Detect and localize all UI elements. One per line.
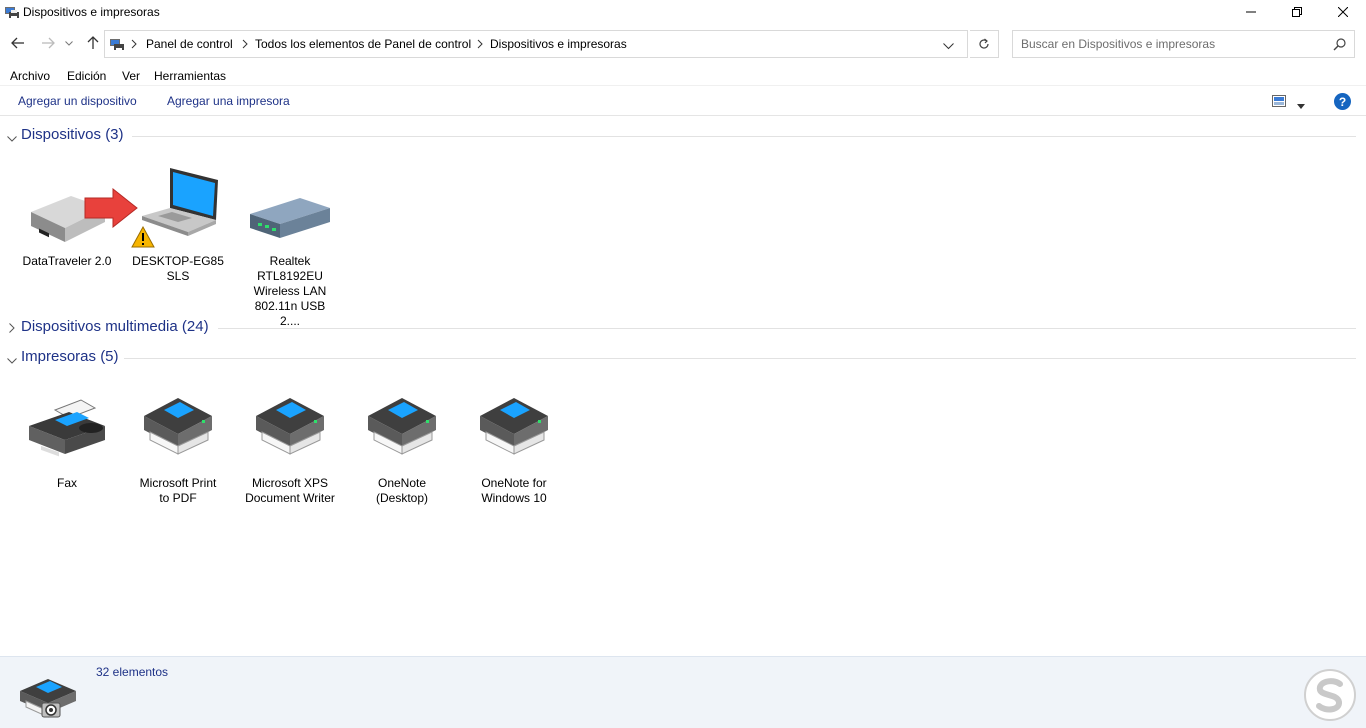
network-adapter-icon: [250, 198, 330, 238]
group-divider: [132, 136, 1356, 137]
menu-archivo[interactable]: Archivo: [10, 69, 50, 83]
up-arrow-icon: [87, 36, 99, 49]
view-icon: [1272, 95, 1286, 107]
menu-ver[interactable]: Ver: [122, 69, 140, 83]
address-dropdown-icon[interactable]: [943, 39, 954, 53]
forward-arrow-icon: [42, 37, 55, 49]
command-bar: Agregar un dispositivo Agregar una impre…: [0, 87, 1366, 116]
printer-fax[interactable]: Fax: [17, 382, 117, 502]
search-box[interactable]: [1012, 30, 1355, 58]
menu-bar: Archivo Edición Ver Herramientas: [0, 66, 1366, 86]
device-desktop[interactable]: DESKTOP-EG85SLS: [128, 160, 228, 300]
view-options-dropdown[interactable]: [1297, 98, 1305, 112]
device-label: DESKTOP-EG85SLS: [132, 254, 224, 283]
refresh-icon: [979, 38, 989, 49]
chevron-right-icon: [131, 38, 141, 50]
group-title-multimedia: Dispositivos multimedia (24): [21, 318, 209, 335]
printer-camera-icon: [20, 679, 76, 718]
chevron-right-icon[interactable]: [9, 322, 15, 336]
search-icon[interactable]: [1333, 38, 1346, 54]
add-printer-button[interactable]: Agregar una impresora: [167, 94, 290, 108]
chevron-down-icon: [65, 40, 73, 46]
group-header-multimedia[interactable]: Dispositivos multimedia (24): [0, 318, 1366, 338]
device-realtek-adapter[interactable]: Realtek RTL8192EU Wireless LAN 802.11n U…: [240, 160, 340, 328]
printer-label: OneNote (Desktop): [375, 476, 428, 505]
device-label: DataTraveler 2.0: [22, 254, 112, 268]
device-datatraveler[interactable]: DataTraveler 2.0: [17, 160, 138, 300]
back-arrow-icon: [11, 37, 24, 49]
add-device-button[interactable]: Agregar un dispositivo: [18, 94, 137, 108]
breadcrumb-panel-de-control[interactable]: Panel de control: [146, 37, 233, 51]
printer-label: Microsoft XPS Document Writer: [245, 476, 335, 505]
restore-button[interactable]: [1274, 0, 1320, 24]
printer-label: OneNote for Windows 10: [481, 476, 547, 505]
back-button[interactable]: [8, 33, 28, 53]
group-divider: [218, 328, 1356, 329]
printer-icon: [144, 398, 212, 455]
printer-icon: [368, 398, 436, 455]
caret-down-icon: [1297, 104, 1305, 109]
chevron-right-icon: [477, 38, 487, 50]
breadcrumb-dispositivos-e-impresoras[interactable]: Dispositivos e impresoras: [490, 37, 627, 51]
control-panel-icon: [109, 36, 125, 55]
close-button[interactable]: [1320, 0, 1366, 24]
refresh-button[interactable]: [970, 30, 999, 58]
printer-label: Microsoft Print to PDF: [139, 476, 217, 505]
printer-microsoft-print-to-pdf[interactable]: Microsoft Print to PDF: [128, 382, 228, 505]
title-bar: Dispositivos e impresoras: [0, 0, 1366, 24]
devices-printers-app-icon: [4, 4, 20, 20]
breadcrumb-todos-los-elementos[interactable]: Todos los elementos de Panel de control: [255, 37, 471, 51]
menu-edicion[interactable]: Edición: [67, 69, 106, 83]
item-count: 32 elementos: [96, 665, 169, 679]
group-title-printers: Impresoras (5): [21, 348, 119, 365]
printer-label: Fax: [56, 476, 77, 490]
up-button[interactable]: [83, 33, 103, 53]
search-input[interactable]: [1013, 31, 1323, 57]
recent-locations-button[interactable]: [62, 33, 76, 53]
minimize-button[interactable]: [1228, 0, 1274, 24]
watermark-logo: [1304, 669, 1356, 721]
chevron-down-icon[interactable]: [7, 353, 17, 367]
printer-icon: [480, 398, 548, 455]
help-button[interactable]: ?: [1334, 93, 1351, 110]
change-view-button[interactable]: [1272, 95, 1286, 110]
printer-icon: [256, 398, 324, 455]
warning-icon: [131, 226, 155, 248]
group-header-printers[interactable]: Impresoras (5): [0, 348, 1366, 368]
fax-icon: [29, 399, 105, 457]
printer-onenote-windows10[interactable]: OneNote for Windows 10: [464, 382, 564, 505]
address-row: Panel de control Todos los elementos de …: [0, 28, 1366, 60]
chevron-right-icon: [242, 38, 252, 50]
chevron-down-icon[interactable]: [7, 131, 17, 145]
group-header-devices[interactable]: Dispositivos (3): [0, 126, 1366, 146]
restore-icon: [1292, 7, 1302, 17]
window-title: Dispositivos e impresoras: [23, 5, 160, 19]
printer-microsoft-xps[interactable]: Microsoft XPS Document Writer: [240, 382, 340, 505]
menu-herramientas[interactable]: Herramientas: [154, 69, 226, 83]
group-divider: [124, 358, 1356, 359]
minimize-icon: [1246, 11, 1256, 13]
close-icon: [1338, 7, 1348, 17]
forward-button[interactable]: [38, 33, 58, 53]
details-pane: 32 elementos: [0, 656, 1366, 728]
group-title-devices: Dispositivos (3): [21, 126, 124, 143]
address-bar[interactable]: Panel de control Todos los elementos de …: [104, 30, 968, 58]
printer-onenote-desktop[interactable]: OneNote (Desktop): [352, 382, 452, 505]
